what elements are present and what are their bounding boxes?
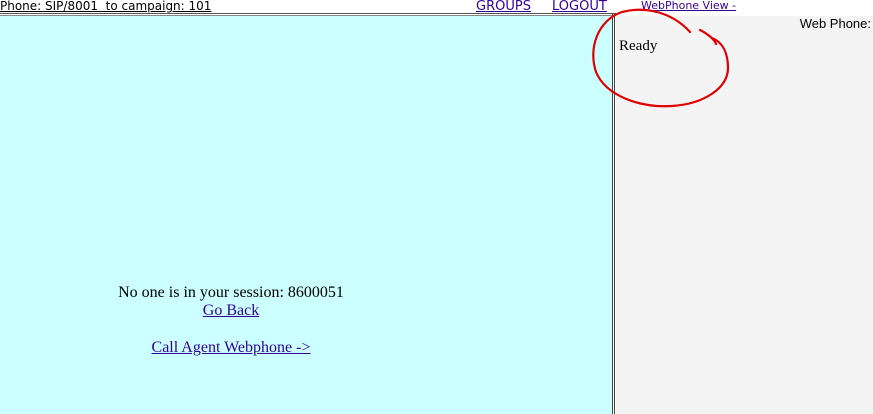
logout-link[interactable]: LOGOUT — [552, 0, 607, 13]
webphone-view-link[interactable]: WebPhone View - — [641, 0, 736, 11]
frame-divider[interactable] — [612, 13, 613, 414]
call-agent-webphone-link[interactable]: Call Agent Webphone -> — [152, 339, 311, 357]
go-back-link[interactable]: Go Back — [203, 302, 259, 320]
webphone-panel — [616, 16, 873, 414]
frame-border — [0, 13, 616, 14]
webphone-status: Ready — [619, 38, 658, 54]
web-phone-label: Web Phone: — [799, 16, 871, 31]
top-bar: Phone: SIP/8001 to campaign: 101 GROUPS … — [0, 0, 873, 13]
session-status-text: No one is in your session: 8600051 — [118, 284, 344, 301]
groups-link[interactable]: GROUPS — [476, 0, 531, 13]
frame-divider[interactable] — [614, 13, 615, 414]
phone-info: Phone: SIP/8001 to campaign: 101 — [0, 0, 212, 13]
session-message: No one is in your session: 8600051 Go Ba… — [0, 284, 462, 357]
